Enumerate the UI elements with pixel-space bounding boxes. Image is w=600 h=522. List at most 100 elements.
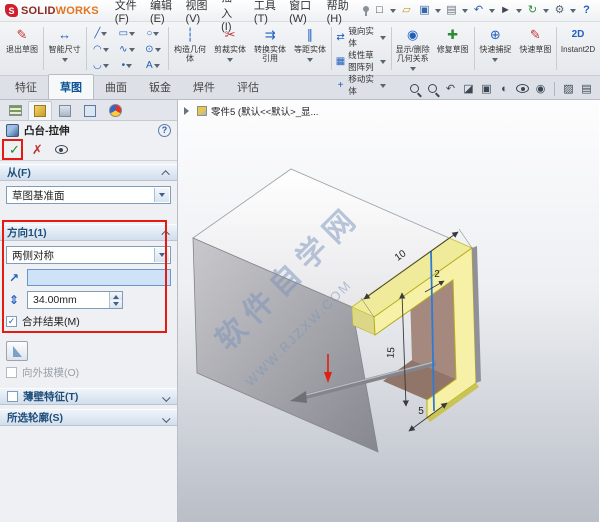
save-button[interactable]: ▣: [416, 2, 433, 19]
circle-tool-button[interactable]: ○: [140, 28, 166, 39]
end-condition-dropdown[interactable]: 两侧对称: [6, 246, 171, 264]
line-caret-icon[interactable]: [101, 31, 108, 39]
ellipse-arc-tool-button[interactable]: ◡: [88, 60, 114, 71]
print-button[interactable]: ▤: [443, 2, 460, 19]
options-caret-icon[interactable]: [570, 9, 576, 16]
merge-result-checkbox[interactable]: ✓: [6, 316, 17, 327]
featuremanager-tab[interactable]: [3, 101, 27, 120]
display-style-button[interactable]: ◐: [497, 81, 512, 96]
undo-button[interactable]: ↶: [470, 2, 487, 19]
convert-entities-button[interactable]: ⇉ 转换实体引用: [250, 23, 290, 74]
tab-evaluate[interactable]: 评估: [226, 75, 270, 99]
mirror-caret-icon[interactable]: [380, 35, 387, 43]
reverse-direction-icon[interactable]: ↗: [6, 270, 22, 286]
save-caret-icon[interactable]: [435, 9, 441, 16]
instant2d-button[interactable]: 2D Instant2D: [558, 23, 598, 74]
spinner-down-button[interactable]: [110, 300, 122, 308]
rectangle-caret-icon[interactable]: [129, 31, 136, 39]
repair-sketch-button[interactable]: ✚ 修复草图: [433, 23, 473, 74]
select-button[interactable]: ►: [497, 2, 514, 19]
cancel-button[interactable]: ✗: [32, 142, 43, 158]
apply-scene-button[interactable]: ▨: [561, 81, 576, 96]
depth-spinner[interactable]: 34.00mm: [27, 291, 123, 309]
detailed-preview-icon[interactable]: [54, 145, 68, 154]
smart-dimension-button[interactable]: ↔ 智能尺寸: [45, 23, 85, 74]
spinner-up-button[interactable]: [110, 292, 122, 300]
spline-tool-button[interactable]: ∿: [114, 44, 140, 55]
end-condition-dropdown-arrow[interactable]: [154, 248, 169, 262]
undo-caret-icon[interactable]: [489, 9, 495, 16]
center-circle-caret-icon[interactable]: [154, 47, 161, 55]
draft-outward-checkbox[interactable]: [6, 367, 17, 378]
exit-sketch-button[interactable]: ✎ 退出草图: [2, 23, 42, 74]
print-caret-icon[interactable]: [462, 9, 468, 16]
move-entities-caret-icon[interactable]: [380, 83, 387, 91]
point-tool-button[interactable]: •: [114, 60, 140, 71]
ellipse-arc-caret-icon[interactable]: [102, 63, 109, 71]
direction-reference-field[interactable]: [27, 269, 171, 286]
open-button[interactable]: ▱: [398, 2, 415, 19]
line-tool-button[interactable]: ╱: [88, 28, 114, 39]
displaymanager-tab[interactable]: [103, 101, 127, 120]
point-caret-icon[interactable]: [126, 63, 133, 71]
view-orientation-button[interactable]: ▣: [479, 81, 494, 96]
offset-entities-button[interactable]: ∥ 等距实体: [290, 23, 330, 74]
spline-caret-icon[interactable]: [128, 47, 135, 55]
configurationmanager-tab[interactable]: [53, 101, 77, 120]
center-circle-tool-button[interactable]: ⊙: [140, 44, 166, 55]
quick-snaps-caret-icon[interactable]: [492, 58, 499, 65]
text-caret-icon[interactable]: [153, 63, 160, 71]
direction1-section-header[interactable]: 方向1(1): [0, 224, 177, 241]
help-button[interactable]: ?: [578, 2, 595, 19]
dim-text-2[interactable]: 2: [434, 269, 440, 280]
tab-surfaces[interactable]: 曲面: [94, 75, 138, 99]
construction-geometry-button[interactable]: ┆ 构造几何体: [170, 23, 210, 74]
rebuild-caret-icon[interactable]: [543, 9, 549, 16]
tab-features[interactable]: 特征: [4, 75, 48, 99]
selected-contours-section-header[interactable]: 所选轮廓(S): [0, 409, 177, 426]
trim-entities-button[interactable]: ✂ 剪裁实体: [210, 23, 250, 74]
dim-text-5[interactable]: 5: [418, 406, 424, 417]
new-document-button[interactable]: □: [371, 2, 388, 19]
from-section-header[interactable]: 从(F): [0, 164, 177, 181]
offset-entities-caret-icon[interactable]: [307, 58, 314, 65]
draft-on-off-button[interactable]: [6, 341, 28, 361]
quick-sketch-button[interactable]: ✎ 快速草图: [515, 23, 555, 74]
trim-entities-caret-icon[interactable]: [227, 58, 234, 65]
model-canvas[interactable]: 10 15 2 5 软件自学网 WWW.RJZXW.COM: [178, 100, 599, 522]
quick-snaps-button[interactable]: ⊕ 快速捕捉: [475, 23, 515, 74]
from-dropdown-arrow[interactable]: [154, 188, 169, 202]
zoom-area-button[interactable]: [425, 81, 440, 96]
rectangle-tool-button[interactable]: ▭: [114, 28, 140, 39]
circle-caret-icon[interactable]: [153, 31, 160, 39]
options-button[interactable]: ⚙: [551, 2, 568, 19]
arc-caret-icon[interactable]: [102, 47, 109, 55]
graphics-viewport[interactable]: 零件5 (默认<<默认>_显... 10 15 2 5 软件自学网 WWW.RJ…: [178, 100, 599, 522]
thin-feature-checkbox[interactable]: [7, 391, 18, 402]
section-view-button[interactable]: ◪: [461, 81, 476, 96]
smart-dimension-caret-icon[interactable]: [61, 58, 68, 65]
flyout-tree-icon[interactable]: [184, 107, 193, 115]
hide-show-items-button[interactable]: [515, 81, 530, 96]
linear-pattern-caret-icon[interactable]: [380, 59, 387, 67]
relations-caret-icon[interactable]: [409, 67, 416, 74]
dimxpertmanager-tab[interactable]: [78, 101, 102, 120]
move-entities-button[interactable]: + 移动实体: [336, 73, 387, 97]
tab-sketch[interactable]: 草图: [48, 74, 94, 99]
help-icon[interactable]: ?: [158, 123, 171, 137]
previous-view-button[interactable]: ↶: [443, 81, 458, 96]
text-tool-button[interactable]: A: [140, 60, 166, 71]
display-delete-relations-button[interactable]: ◉ 显示/删除几何关系: [393, 23, 433, 74]
propertymanager-tab[interactable]: [28, 101, 52, 120]
dim-text-15[interactable]: 15: [386, 346, 398, 358]
select-caret-icon[interactable]: [516, 9, 522, 16]
zoom-fit-button[interactable]: [407, 81, 422, 96]
from-dropdown[interactable]: 草图基准面: [6, 186, 171, 204]
view-settings-button[interactable]: ▤: [579, 81, 594, 96]
tab-sheet-metal[interactable]: 钣金: [138, 75, 182, 99]
linear-sketch-pattern-button[interactable]: ▦ 线性草图阵列: [336, 49, 387, 73]
new-document-caret-icon[interactable]: [390, 9, 396, 16]
tab-weldments[interactable]: 焊件: [182, 75, 226, 99]
ok-button[interactable]: ✓: [9, 142, 20, 158]
edit-appearance-button[interactable]: ◉: [533, 81, 548, 96]
